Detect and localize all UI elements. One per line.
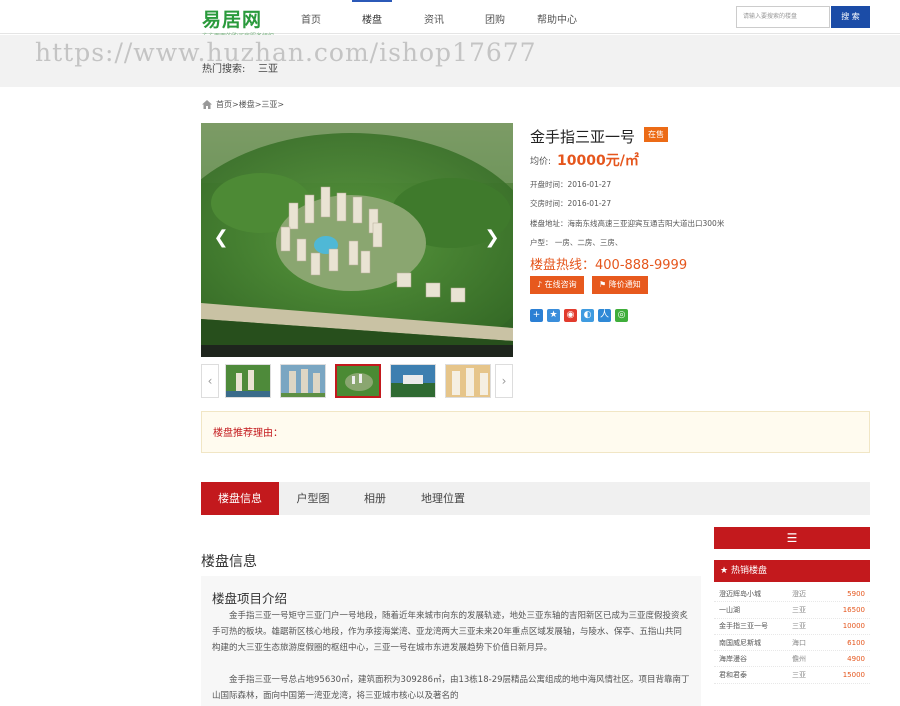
thumbnail[interactable] bbox=[445, 364, 491, 398]
thumbnail[interactable] bbox=[225, 364, 271, 398]
breadcrumb: 首页>楼盘>三亚> bbox=[202, 99, 284, 110]
chevron-left-icon[interactable]: ❮ bbox=[211, 223, 231, 253]
tab-floor-plans[interactable]: 户型图 bbox=[284, 482, 342, 515]
content-heading: 楼盘项目介绍 bbox=[212, 591, 288, 606]
hot-item-city: 海口 bbox=[792, 638, 806, 647]
online-consult-button[interactable]: ♪ 在线咨询 bbox=[530, 276, 584, 294]
online-consult-label: 在线咨询 bbox=[544, 280, 577, 289]
watermark-text: https://www.huzhan.com/ishop17677 bbox=[35, 38, 537, 67]
star-icon: ★ bbox=[720, 566, 729, 576]
list-item[interactable]: 海岸漫谷 儋州 4900 bbox=[714, 651, 870, 668]
list-item[interactable]: 一山湖 三亚 16500 bbox=[714, 602, 870, 619]
nav-group-buy[interactable]: 团购 bbox=[485, 11, 505, 26]
list-item[interactable]: 金手指三亚一号 三亚 10000 bbox=[714, 619, 870, 635]
property-main-image[interactable]: ❮ ❯ bbox=[201, 123, 513, 357]
hot-item-city: 儋州 bbox=[792, 654, 806, 663]
nav-news[interactable]: 资讯 bbox=[424, 11, 444, 26]
property-address: 楼盘地址：海南东线高速三亚迎宾互通吉阳大道出口300米 bbox=[530, 219, 725, 228]
section-title: 楼盘信息 bbox=[201, 554, 257, 570]
thumb-prev-icon[interactable]: ‹ bbox=[201, 364, 219, 398]
hot-item-city: 澄迈 bbox=[792, 589, 806, 598]
hot-item-price: 16500 bbox=[842, 605, 865, 614]
hot-item-price: 10000 bbox=[842, 622, 865, 631]
open-date: 开盘时间：2016-01-27 bbox=[530, 180, 612, 189]
thumb-next-icon[interactable]: › bbox=[495, 364, 513, 398]
property-title: 金手指三亚一号 bbox=[530, 128, 636, 146]
logo-name: 易居网 bbox=[202, 9, 263, 31]
hot-sales-title: 热销楼盘 bbox=[730, 566, 767, 576]
hot-item-name: 金手指三亚一号 bbox=[719, 622, 768, 631]
hot-item-name: 澄迈辉岛小城 bbox=[719, 589, 761, 598]
search-input[interactable]: 请输入要搜索的楼盘 bbox=[736, 6, 830, 28]
hot-item-city: 三亚 bbox=[792, 671, 806, 680]
status-badge: 在售 bbox=[644, 127, 668, 142]
list-item[interactable]: 澄迈辉岛小城 澄迈 5900 bbox=[714, 586, 870, 603]
chevron-right-icon[interactable]: ❯ bbox=[482, 223, 502, 253]
share-qzone-icon[interactable]: ★ bbox=[547, 309, 560, 322]
tab-album[interactable]: 相册 bbox=[350, 482, 400, 515]
delivery-date: 交房时间：2016-01-27 bbox=[530, 199, 612, 208]
nav-properties[interactable]: 楼盘 bbox=[362, 11, 382, 26]
thumbnail[interactable] bbox=[335, 364, 381, 398]
thumbnail[interactable] bbox=[280, 364, 326, 398]
property-layouts: 户型： 一房、二房、三房、 bbox=[530, 238, 623, 247]
list-item[interactable]: 君和君泰 三亚 15000 bbox=[714, 667, 870, 684]
hotline: 楼盘热线：400-888-9999 bbox=[530, 258, 688, 273]
hot-item-name: 君和君泰 bbox=[719, 671, 747, 680]
hot-item-price: 15000 bbox=[842, 671, 865, 680]
price-alert-button[interactable]: ⚑ 降价通知 bbox=[592, 276, 648, 294]
tab-location[interactable]: 地理位置 bbox=[410, 482, 476, 515]
bell-icon: ♪ bbox=[537, 280, 543, 289]
nav-home[interactable]: 首页 bbox=[301, 11, 321, 26]
thumbnail[interactable] bbox=[390, 364, 436, 398]
hot-item-name: 南国威尼斯城 bbox=[719, 638, 761, 647]
hot-item-price: 6100 bbox=[847, 638, 865, 647]
share-wechat-icon[interactable]: ◎ bbox=[615, 309, 628, 322]
hot-item-city: 三亚 bbox=[792, 622, 806, 631]
nav-active-indicator bbox=[352, 0, 392, 2]
list-item[interactable]: 南国威尼斯城 海口 6100 bbox=[714, 635, 870, 652]
share-tencent-icon[interactable]: ◐ bbox=[581, 309, 594, 322]
hot-item-city: 三亚 bbox=[792, 605, 806, 614]
thumbnail-strip: ‹ › bbox=[201, 362, 513, 400]
menu-icon[interactable]: ☰ bbox=[714, 527, 870, 549]
flag-icon: ⚑ bbox=[599, 280, 607, 289]
hot-item-name: 一山湖 bbox=[719, 605, 740, 614]
recommend-label: 楼盘推荐理由： bbox=[213, 428, 283, 439]
hot-sales-list: 澄迈辉岛小城 澄迈 5900 一山湖 三亚 16500 金手指三亚一号 三亚 1… bbox=[714, 586, 870, 684]
avg-price-label: 均价: bbox=[530, 157, 552, 167]
share-weibo-icon[interactable]: ◉ bbox=[564, 309, 577, 322]
property-aerial-photo bbox=[201, 123, 513, 357]
share-renren-icon[interactable]: 人 bbox=[598, 309, 611, 322]
hot-sales-header: ★ 热销楼盘 bbox=[714, 560, 870, 582]
tab-property-info[interactable]: 楼盘信息 bbox=[201, 482, 279, 515]
share-plus-icon[interactable]: + bbox=[530, 309, 543, 322]
intro-paragraph: 金手指三亚一号总占地95630㎡，建筑面积为309286㎡，由13栋18-29层… bbox=[212, 675, 690, 701]
recommend-box bbox=[201, 411, 870, 453]
price-alert-label: 降价通知 bbox=[608, 280, 641, 289]
intro-paragraph: 金手指三亚一号矩守三亚门户一号地段，随着近年来城市向东的发展轨迹，地处三亚东轴的… bbox=[212, 611, 689, 653]
hot-item-price: 4900 bbox=[847, 654, 865, 663]
breadcrumb-text[interactable]: 首页>楼盘>三亚> bbox=[216, 99, 284, 110]
avg-price-value: 10000元/㎡ bbox=[557, 153, 639, 169]
search-button[interactable]: 搜 索 bbox=[831, 6, 870, 28]
hot-item-name: 海岸漫谷 bbox=[719, 654, 747, 663]
home-icon[interactable] bbox=[202, 100, 212, 109]
nav-help-center[interactable]: 帮助中心 bbox=[537, 11, 577, 26]
hot-item-price: 5900 bbox=[847, 589, 865, 598]
